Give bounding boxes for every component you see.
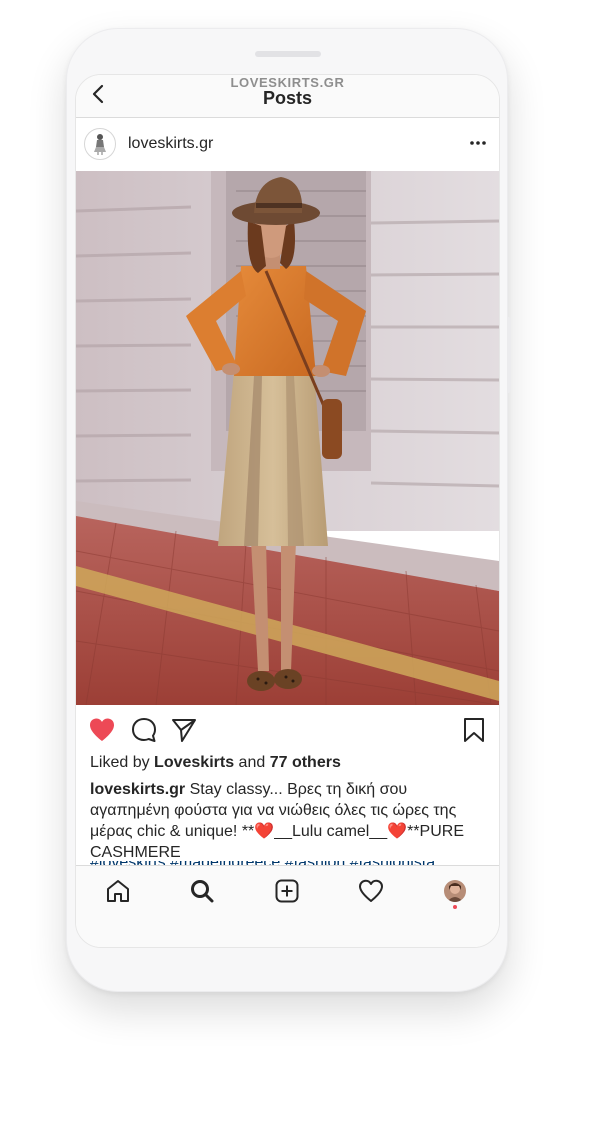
liked-by-prefix: Liked by <box>90 754 150 771</box>
post-avatar[interactable] <box>84 128 116 160</box>
caption-heart-emoji-2: ❤️ <box>387 823 408 840</box>
post-actions <box>76 711 499 747</box>
liked-others[interactable]: 77 others <box>270 754 341 771</box>
profile-avatar-icon[interactable] <box>444 880 466 902</box>
bottom-nav <box>76 865 499 947</box>
post-photo[interactable] <box>76 171 499 705</box>
page-title: Posts <box>262 88 313 108</box>
search-icon[interactable] <box>189 878 215 904</box>
bookmark-icon[interactable] <box>460 716 488 744</box>
liked-and: and <box>238 754 266 771</box>
app-screen: LOVESKIRTS.GR Posts loveskirts.gr Liked … <box>75 74 500 948</box>
caption-heart-emoji-1: ❤️ <box>254 823 275 840</box>
new-post-icon[interactable] <box>274 878 300 904</box>
caption-text-2: __Lulu camel__ <box>274 823 388 840</box>
notification-dot <box>453 905 457 909</box>
comment-icon[interactable] <box>130 716 158 744</box>
phone-side-button <box>507 317 511 393</box>
post-username[interactable]: loveskirts.gr <box>128 135 213 153</box>
top-header: LOVESKIRTS.GR Posts <box>76 75 499 118</box>
home-icon[interactable] <box>105 878 131 904</box>
caption-username[interactable]: loveskirts.gr <box>90 781 185 798</box>
phone-speaker <box>255 51 321 57</box>
post-header: loveskirts.gr <box>76 118 499 170</box>
heart-icon[interactable] <box>88 716 116 744</box>
likes-summary[interactable]: Liked by Loveskirts and 77 others <box>90 754 341 772</box>
share-icon[interactable] <box>170 716 198 744</box>
activity-heart-icon[interactable] <box>358 878 384 904</box>
post-caption: loveskirts.gr Stay classy... Βρες τη δικ… <box>90 779 485 863</box>
more-horizontal-icon[interactable] <box>469 140 487 146</box>
liked-by-user[interactable]: Loveskirts <box>154 754 234 771</box>
